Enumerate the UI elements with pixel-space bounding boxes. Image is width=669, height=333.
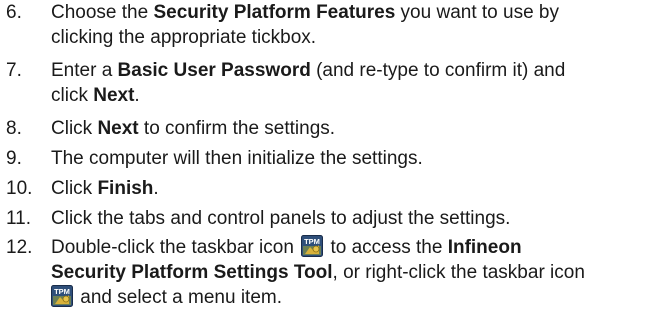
ui-term: Infineon: [447, 237, 522, 258]
step-text: Enter a Basic User Password (and re-type…: [51, 60, 566, 106]
ui-term: Finish: [97, 178, 154, 199]
step-text: Click Next to confirm the settings.: [51, 118, 336, 139]
tpm-icon-text: TPM: [54, 287, 70, 296]
step-number: 10.: [6, 178, 33, 199]
step-text: Choose the Security Platform Features yo…: [51, 2, 559, 48]
step-number: 12.: [6, 237, 33, 258]
step-text: Click Finish.: [51, 178, 159, 199]
step-number: 11.: [6, 208, 32, 229]
step-number: 7.: [6, 60, 22, 81]
ui-term: Security Platform Features: [153, 2, 396, 23]
ui-term: Basic User Password: [117, 60, 311, 81]
ui-term: Next: [93, 85, 135, 106]
tpm-taskbar-icon: TPM: [51, 285, 73, 307]
tpm-taskbar-icon: TPM: [301, 235, 324, 257]
tpm-icon-text: TPM: [304, 237, 320, 246]
step-number: 8.: [6, 118, 22, 139]
step-number: 6.: [6, 2, 22, 23]
ui-term: Security Platform Settings Tool: [51, 262, 333, 283]
step-number: 9.: [6, 148, 22, 169]
step-text: Double-click the taskbar icon TPM to acc…: [51, 235, 585, 308]
step-text: The computer will then initialize the se…: [51, 148, 423, 169]
ui-term: Next: [97, 118, 139, 139]
step-text: Click the tabs and control panels to adj…: [51, 208, 511, 229]
